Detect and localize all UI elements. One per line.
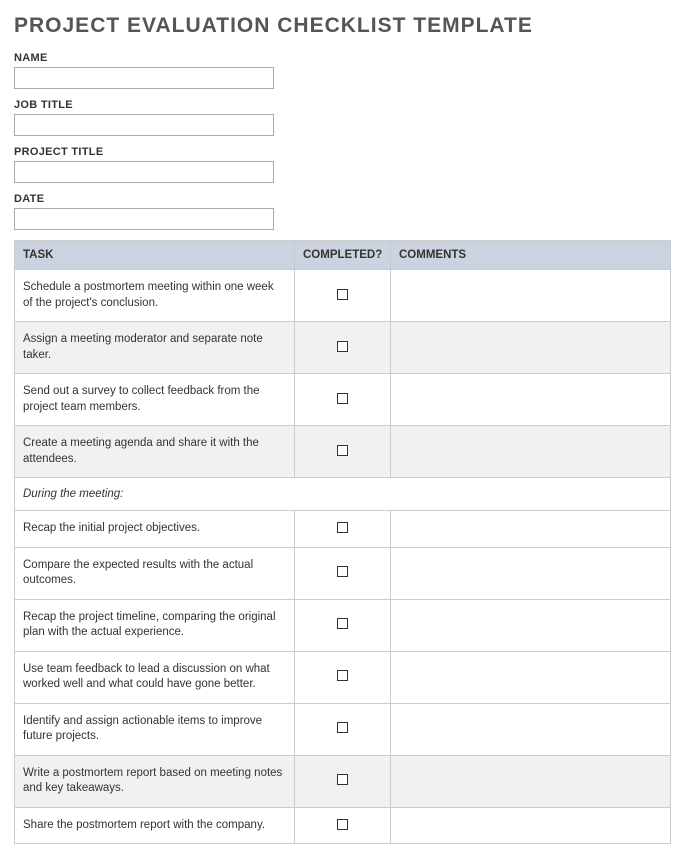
comments-cell[interactable] — [391, 511, 671, 548]
checkbox-icon[interactable] — [337, 566, 348, 577]
table-row: Share the postmortem report with the com… — [15, 807, 671, 844]
completed-cell — [295, 651, 391, 703]
completed-cell — [295, 755, 391, 807]
checkbox-icon[interactable] — [337, 618, 348, 629]
completed-cell — [295, 599, 391, 651]
header-completed: COMPLETED? — [295, 241, 391, 270]
checkbox-icon[interactable] — [337, 670, 348, 681]
project-title-field-block: PROJECT TITLE — [14, 146, 671, 183]
job-title-input[interactable] — [14, 114, 274, 136]
table-row: Identify and assign actionable items to … — [15, 703, 671, 755]
name-field-block: NAME — [14, 52, 671, 89]
table-header-row: TASK COMPLETED? COMMENTS — [15, 241, 671, 270]
project-title-input[interactable] — [14, 161, 274, 183]
comments-cell[interactable] — [391, 322, 671, 374]
task-cell: Write a postmortem report based on meeti… — [15, 755, 295, 807]
table-row: Create a meeting agenda and share it wit… — [15, 426, 671, 478]
section-row: During the meeting: — [15, 478, 671, 511]
table-row: Recap the project timeline, comparing th… — [15, 599, 671, 651]
table-row: Send out a survey to collect feedback fr… — [15, 374, 671, 426]
table-row: Use team feedback to lead a discussion o… — [15, 651, 671, 703]
completed-cell — [295, 511, 391, 548]
table-row: Assign a meeting moderator and separate … — [15, 322, 671, 374]
comments-cell[interactable] — [391, 807, 671, 844]
task-cell: Send out a survey to collect feedback fr… — [15, 374, 295, 426]
table-row: Compare the expected results with the ac… — [15, 547, 671, 599]
comments-cell[interactable] — [391, 547, 671, 599]
comments-cell[interactable] — [391, 651, 671, 703]
name-input[interactable] — [14, 67, 274, 89]
completed-cell — [295, 374, 391, 426]
comments-cell[interactable] — [391, 374, 671, 426]
checklist-table: TASK COMPLETED? COMMENTS Schedule a post… — [14, 240, 671, 844]
task-cell: Schedule a postmortem meeting within one… — [15, 270, 295, 322]
checkbox-icon[interactable] — [337, 289, 348, 300]
page-title: PROJECT EVALUATION CHECKLIST TEMPLATE — [14, 14, 671, 38]
name-label: NAME — [14, 52, 671, 64]
completed-cell — [295, 322, 391, 374]
checkbox-icon[interactable] — [337, 774, 348, 785]
task-cell: Assign a meeting moderator and separate … — [15, 322, 295, 374]
comments-cell[interactable] — [391, 755, 671, 807]
checkbox-icon[interactable] — [337, 341, 348, 352]
comments-cell[interactable] — [391, 270, 671, 322]
completed-cell — [295, 270, 391, 322]
task-cell: Use team feedback to lead a discussion o… — [15, 651, 295, 703]
table-row: Schedule a postmortem meeting within one… — [15, 270, 671, 322]
job-title-field-block: JOB TITLE — [14, 99, 671, 136]
checkbox-icon[interactable] — [337, 722, 348, 733]
completed-cell — [295, 547, 391, 599]
project-title-label: PROJECT TITLE — [14, 146, 671, 158]
task-cell: Share the postmortem report with the com… — [15, 807, 295, 844]
comments-cell[interactable] — [391, 703, 671, 755]
task-cell: Identify and assign actionable items to … — [15, 703, 295, 755]
table-row: Recap the initial project objectives. — [15, 511, 671, 548]
section-label: During the meeting: — [15, 478, 671, 511]
completed-cell — [295, 426, 391, 478]
date-field-block: DATE — [14, 193, 671, 230]
checkbox-icon[interactable] — [337, 522, 348, 533]
job-title-label: JOB TITLE — [14, 99, 671, 111]
header-comments: COMMENTS — [391, 241, 671, 270]
table-row: Write a postmortem report based on meeti… — [15, 755, 671, 807]
date-label: DATE — [14, 193, 671, 205]
task-cell: Recap the initial project objectives. — [15, 511, 295, 548]
task-cell: Compare the expected results with the ac… — [15, 547, 295, 599]
completed-cell — [295, 807, 391, 844]
comments-cell[interactable] — [391, 426, 671, 478]
header-task: TASK — [15, 241, 295, 270]
comments-cell[interactable] — [391, 599, 671, 651]
checkbox-icon[interactable] — [337, 819, 348, 830]
date-input[interactable] — [14, 208, 274, 230]
completed-cell — [295, 703, 391, 755]
task-cell: Recap the project timeline, comparing th… — [15, 599, 295, 651]
checkbox-icon[interactable] — [337, 393, 348, 404]
task-cell: Create a meeting agenda and share it wit… — [15, 426, 295, 478]
checkbox-icon[interactable] — [337, 445, 348, 456]
